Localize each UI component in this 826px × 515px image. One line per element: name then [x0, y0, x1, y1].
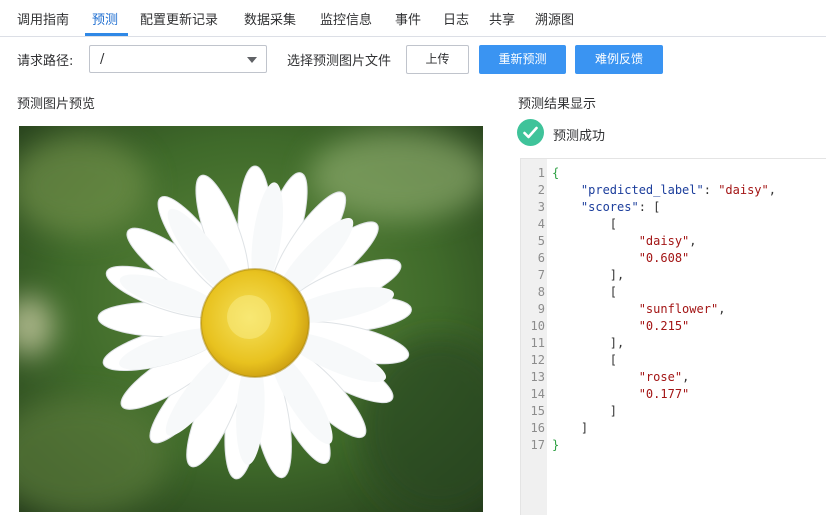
prediction-image-preview — [19, 126, 483, 512]
json-line: "rose", — [638, 370, 690, 384]
line-number: 17 — [530, 438, 545, 452]
tab-logs[interactable]: 日志 — [443, 9, 469, 28]
json-line: [ — [552, 353, 618, 367]
line-number: 6 — [537, 251, 545, 265]
tab-sharing[interactable]: 共享 — [489, 9, 515, 28]
line-number: 5 — [537, 234, 545, 248]
json-line: "0.177" — [638, 387, 690, 401]
line-number: 14 — [530, 387, 545, 401]
chevron-down-icon — [247, 57, 257, 63]
tab-data-collection[interactable]: 数据采集 — [244, 9, 296, 28]
line-number: 3 — [537, 200, 545, 214]
json-line: [ — [552, 217, 618, 231]
prediction-status: 预测成功 — [553, 129, 606, 144]
upload-button[interactable]: 上传 — [406, 45, 469, 74]
tab-monitoring[interactable]: 监控信息 — [320, 9, 372, 28]
line-number: 4 — [537, 217, 545, 231]
tab-events[interactable]: 事件 — [395, 9, 421, 28]
tab-usage-guide[interactable]: 调用指南 — [17, 9, 69, 28]
line-number: 12 — [530, 353, 545, 367]
tab-config-history[interactable]: 配置更新记录 — [140, 9, 218, 28]
json-line: "scores": [ — [580, 200, 661, 214]
request-path-select[interactable]: / — [89, 45, 267, 73]
json-line: "0.608" — [638, 251, 690, 265]
line-number: 16 — [530, 421, 545, 435]
line-number: 9 — [537, 302, 545, 316]
line-number: 2 — [537, 183, 545, 197]
line-number: 10 — [530, 319, 545, 333]
request-path-value: / — [100, 52, 105, 67]
json-line: } — [552, 438, 560, 452]
json-line: "daisy", — [638, 234, 697, 248]
json-line: ], — [552, 336, 625, 350]
json-line: { — [552, 166, 560, 180]
active-tab-indicator — [85, 33, 128, 36]
tab-predict[interactable]: 预测 — [92, 9, 118, 28]
line-number: 1 — [537, 166, 545, 180]
line-number: 8 — [537, 285, 545, 299]
tab-bar: 调用指南 预测 配置更新记录 数据采集 监控信息 事件 日志 共享 溯源图 — [0, 0, 826, 37]
result-title: 预测结果显示 — [518, 97, 597, 112]
repredict-button[interactable]: 重新预测 — [479, 45, 566, 74]
json-line: "0.215" — [638, 319, 690, 333]
json-result-viewer[interactable]: 1 {2 "predicted_label": "daisy", 3 "scores… — [520, 158, 826, 515]
preview-title: 预测图片预览 — [17, 97, 96, 112]
line-number: 15 — [530, 404, 545, 418]
json-line: ] — [552, 421, 589, 435]
json-line: ] — [552, 404, 618, 418]
line-number: 13 — [530, 370, 545, 384]
json-line: "predicted_label": "daisy", — [580, 183, 776, 197]
success-check-icon — [517, 119, 544, 146]
json-line: "sunflower", — [638, 302, 726, 316]
tab-lineage-graph[interactable]: 溯源图 — [535, 9, 574, 28]
line-number: 7 — [537, 268, 545, 282]
daisy-image — [19, 126, 483, 512]
select-file-label: 选择预测图片文件 — [287, 54, 392, 69]
line-number: 11 — [530, 336, 545, 350]
hard-example-feedback-button[interactable]: 难例反馈 — [575, 45, 663, 74]
request-path-label: 请求路径: — [17, 54, 74, 69]
json-line: ], — [552, 268, 625, 282]
json-line: [ — [552, 285, 618, 299]
